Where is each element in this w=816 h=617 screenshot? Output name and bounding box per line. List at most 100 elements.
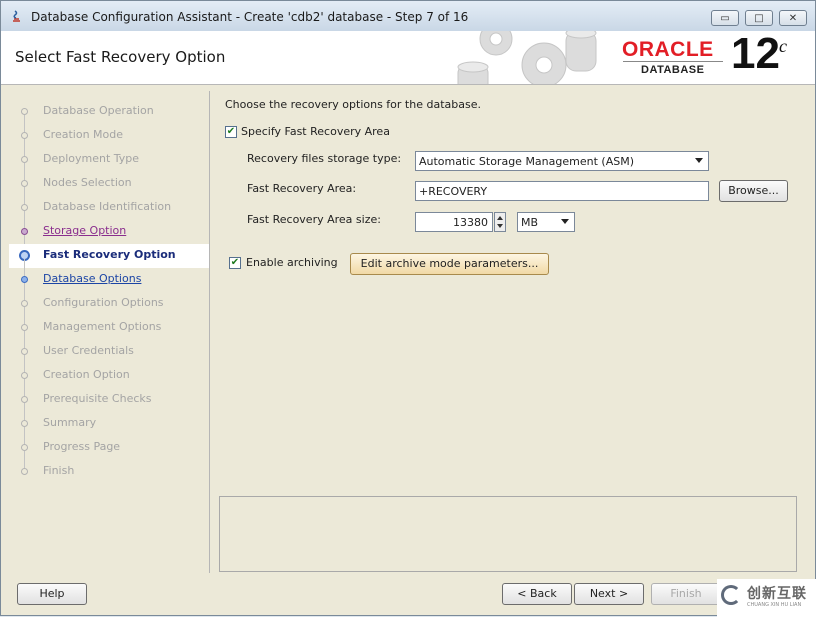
watermark-subtitle: CHUANG XIN HU LIAN bbox=[747, 602, 802, 608]
step-item: User Credentials bbox=[9, 340, 209, 372]
check-icon: ✔ bbox=[230, 257, 240, 268]
steps-list: Database Operation Creation Mode Deploymen… bbox=[9, 100, 209, 484]
watermark-name: 创新互联 bbox=[747, 586, 807, 602]
logo-version: 12 bbox=[731, 31, 780, 78]
footer-bar: Help < Back Next > Finish bbox=[1, 575, 815, 615]
step-label: User Credentials bbox=[43, 344, 134, 357]
step-item: Fast Recovery Option bbox=[9, 244, 209, 276]
page-title: Select Fast Recovery Option bbox=[15, 48, 226, 66]
step-item: Creation Mode bbox=[9, 124, 209, 156]
step-label: Creation Option bbox=[43, 368, 130, 381]
fra-size-unit-value: MB bbox=[521, 216, 539, 229]
step-item: Nodes Selection bbox=[9, 172, 209, 204]
chevron-down-icon bbox=[561, 219, 569, 224]
logo-version-suffix: c bbox=[779, 36, 787, 56]
step-label: Configuration Options bbox=[43, 296, 164, 309]
step-label: Fast Recovery Option bbox=[43, 248, 176, 261]
fra-size-value: 13380 bbox=[453, 216, 488, 229]
close-button[interactable]: ✕ bbox=[779, 10, 807, 26]
watermark-icon bbox=[721, 585, 741, 605]
close-icon: ✕ bbox=[788, 12, 798, 24]
step-item: Summary bbox=[9, 412, 209, 444]
fra-size-label: Fast Recovery Area size: bbox=[247, 213, 381, 226]
step-marker-icon bbox=[21, 204, 28, 211]
step-marker-icon bbox=[21, 180, 28, 187]
storage-type-value: Automatic Storage Management (ASM) bbox=[419, 155, 634, 168]
step-item: Deployment Type bbox=[9, 148, 209, 180]
step-item[interactable]: Storage Option bbox=[9, 220, 209, 252]
chevron-down-icon bbox=[695, 158, 703, 163]
step-item: Management Options bbox=[9, 316, 209, 348]
edit-archive-params-button[interactable]: Edit archive mode parameters... bbox=[350, 253, 549, 275]
fra-input[interactable]: +RECOVERY bbox=[415, 181, 709, 201]
logo-divider bbox=[623, 61, 723, 62]
window-title: Database Configuration Assistant - Creat… bbox=[31, 10, 469, 24]
message-area bbox=[219, 496, 797, 572]
step-label: Finish bbox=[43, 464, 75, 477]
step-marker-icon bbox=[21, 324, 28, 331]
dbca-window: Database Configuration Assistant - Creat… bbox=[0, 0, 816, 617]
step-marker-icon bbox=[21, 348, 28, 355]
fra-size-unit-select[interactable]: MB bbox=[517, 212, 575, 232]
next-button[interactable]: Next > bbox=[574, 583, 644, 605]
enable-archiving-label[interactable]: Enable archiving bbox=[246, 256, 338, 269]
minimize-icon: ▭ bbox=[720, 12, 730, 24]
fra-value: +RECOVERY bbox=[419, 185, 488, 198]
step-marker-icon bbox=[21, 468, 28, 475]
step-label: Nodes Selection bbox=[43, 176, 132, 189]
step-item: Finish bbox=[9, 460, 209, 484]
step-marker-icon bbox=[21, 276, 28, 283]
step-marker-icon bbox=[21, 156, 28, 163]
step-label: Database Identification bbox=[43, 200, 172, 213]
step-item: Database Identification bbox=[9, 196, 209, 228]
step-item: Prerequisite Checks bbox=[9, 388, 209, 420]
step-label: Summary bbox=[43, 416, 97, 429]
specify-fra-label[interactable]: Specify Fast Recovery Area bbox=[241, 125, 390, 138]
spin-down-icon[interactable] bbox=[497, 224, 503, 228]
step-marker-icon bbox=[21, 300, 28, 307]
step-item: Database Operation bbox=[9, 100, 209, 132]
help-button[interactable]: Help bbox=[17, 583, 87, 605]
step-marker-icon bbox=[21, 132, 28, 139]
browse-button[interactable]: Browse... bbox=[719, 180, 788, 202]
step-label[interactable]: Storage Option bbox=[43, 224, 126, 237]
step-label: Progress Page bbox=[43, 440, 121, 453]
minimize-button[interactable]: ▭ bbox=[711, 10, 739, 26]
title-bar[interactable]: Database Configuration Assistant - Creat… bbox=[1, 1, 815, 32]
storage-type-select[interactable]: Automatic Storage Management (ASM) bbox=[415, 151, 709, 171]
spin-up-icon[interactable] bbox=[497, 216, 503, 220]
steps-panel: Database Operation Creation Mode Deploymen… bbox=[9, 91, 210, 573]
step-label: Prerequisite Checks bbox=[43, 392, 152, 405]
step-label: Management Options bbox=[43, 320, 162, 333]
step-item[interactable]: Database Options bbox=[9, 268, 209, 300]
fra-size-input[interactable]: 13380 bbox=[415, 212, 493, 232]
step-marker-icon bbox=[21, 444, 28, 451]
step-marker-icon bbox=[21, 108, 28, 115]
maximize-icon: □ bbox=[754, 12, 764, 24]
step-marker-icon bbox=[21, 372, 28, 379]
step-marker-icon bbox=[21, 420, 28, 427]
step-marker-icon bbox=[21, 396, 28, 403]
step-item: Creation Option bbox=[9, 364, 209, 396]
step-label: Deployment Type bbox=[43, 152, 140, 165]
gears-database-icon bbox=[457, 31, 597, 84]
step-label: Database Operation bbox=[43, 104, 154, 117]
step-item: Configuration Options bbox=[9, 292, 209, 324]
maximize-button[interactable]: □ bbox=[745, 10, 773, 26]
enable-archiving-checkbox[interactable]: ✔ bbox=[229, 257, 241, 269]
intro-text: Choose the recovery options for the data… bbox=[225, 98, 481, 111]
oracle-logo: ORACLE bbox=[622, 38, 714, 61]
java-app-icon bbox=[13, 10, 20, 22]
specify-fra-checkbox[interactable]: ✔ bbox=[225, 126, 237, 138]
content-panel: Choose the recovery options for the data… bbox=[210, 91, 808, 573]
watermark-logo: 创新互联 CHUANG XIN HU LIAN bbox=[717, 579, 816, 617]
storage-type-label: Recovery files storage type: bbox=[247, 152, 402, 165]
header-banner: Select Fast Recovery Option ORACLE DATAB… bbox=[1, 31, 815, 85]
step-label[interactable]: Database Options bbox=[43, 272, 141, 285]
fra-label: Fast Recovery Area: bbox=[247, 182, 357, 195]
fra-size-spinner[interactable] bbox=[494, 212, 506, 232]
step-label: Creation Mode bbox=[43, 128, 124, 141]
step-marker-icon bbox=[21, 228, 28, 235]
finish-button: Finish bbox=[651, 583, 721, 605]
back-button[interactable]: < Back bbox=[502, 583, 572, 605]
